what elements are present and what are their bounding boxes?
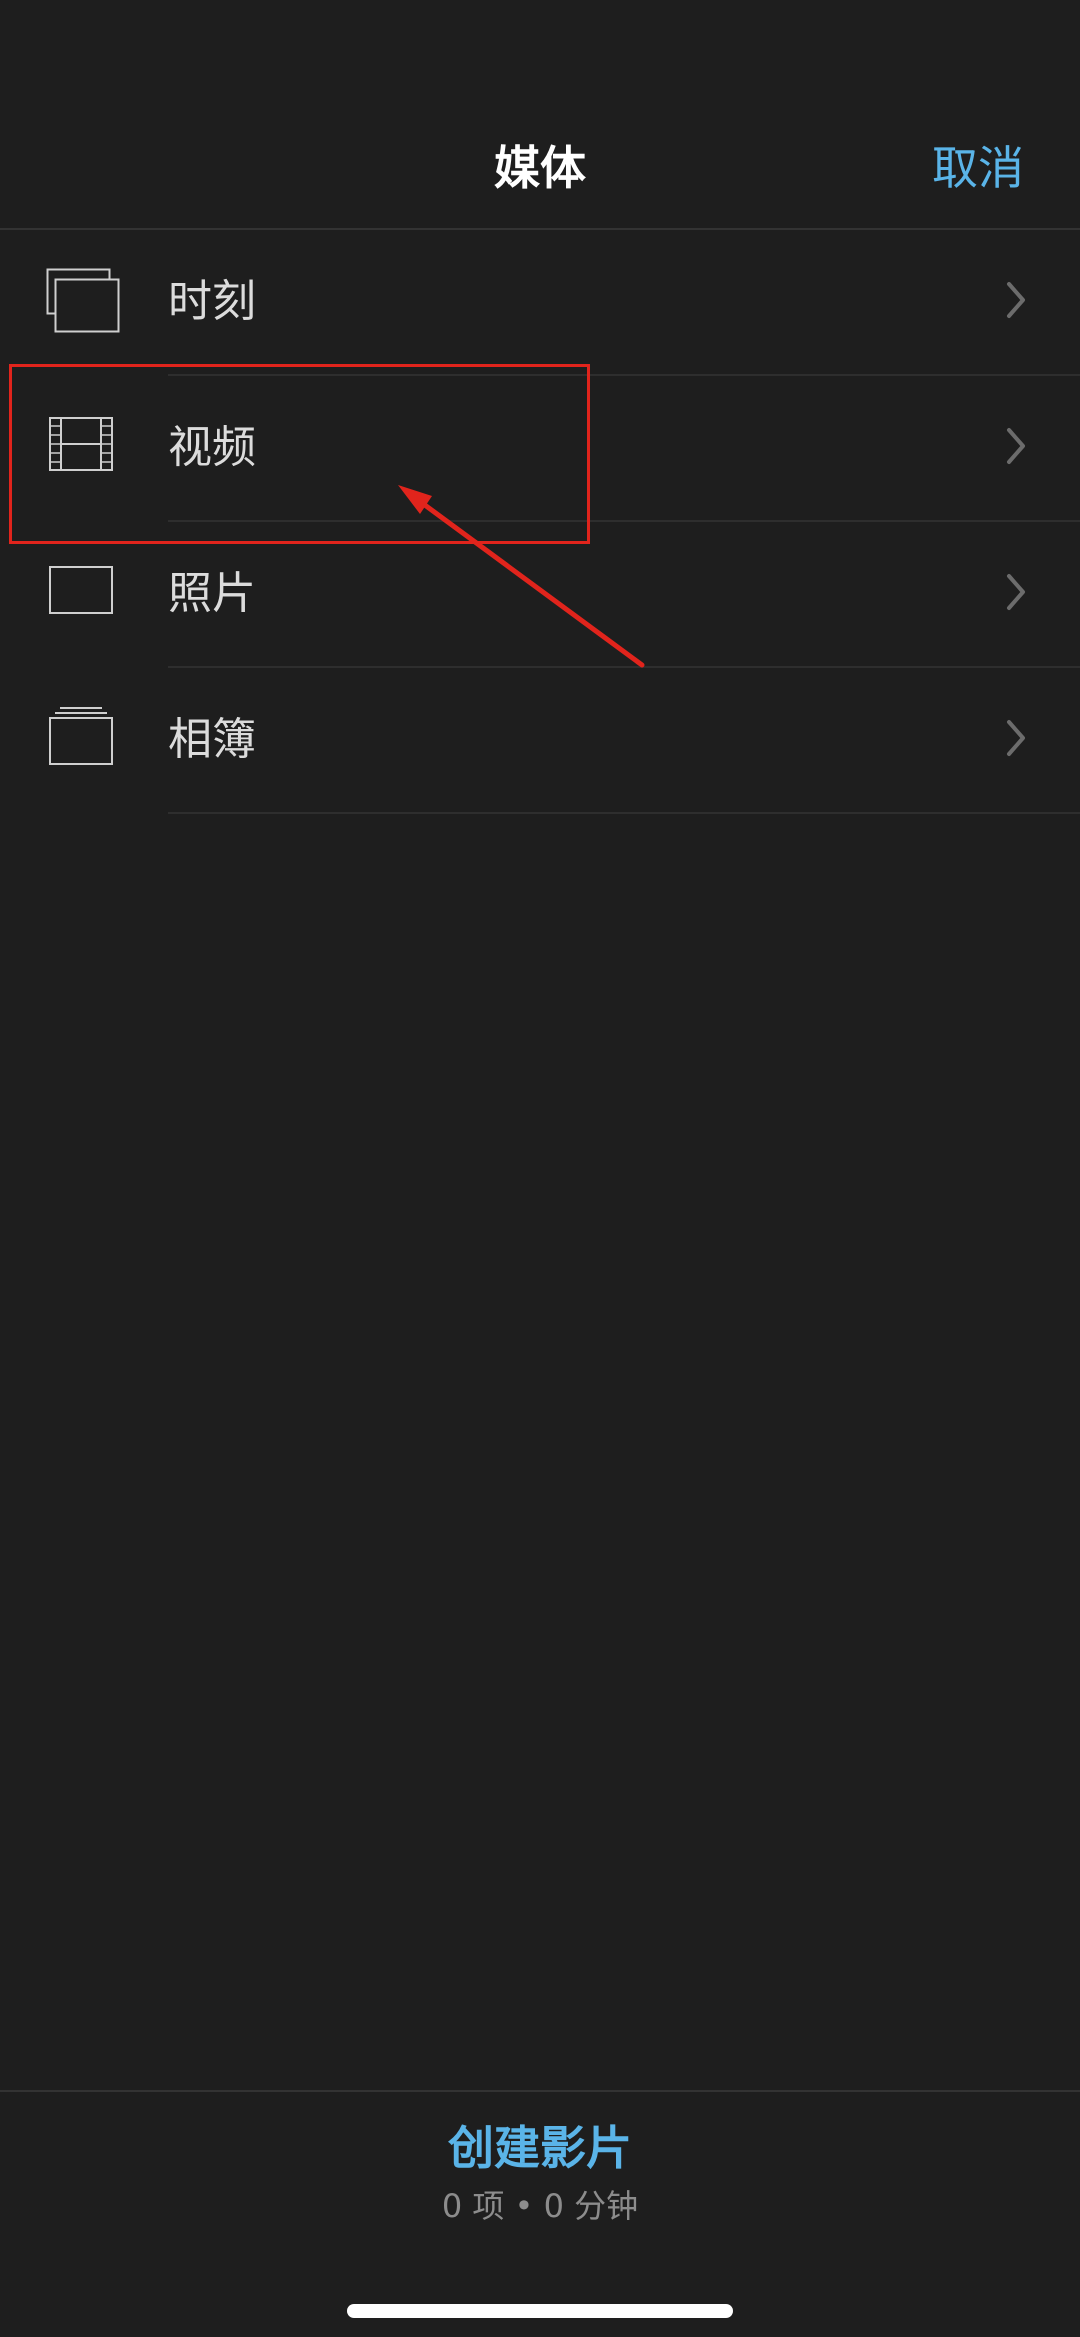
media-row-photos[interactable]: 照片 [0, 522, 1080, 668]
nav-bar: 媒体 取消 [0, 0, 1080, 230]
cancel-button[interactable]: 取消 [932, 138, 1024, 198]
chevron-right-icon [1007, 282, 1025, 318]
media-row-label: 视频 [168, 422, 256, 473]
bottom-bar: 创建影片 0 项 • 0 分钟 [0, 2090, 1080, 2337]
media-list: 时刻 视频 照片 相簿 [0, 230, 1080, 814]
create-movie-button[interactable]: 创建影片 [0, 2118, 1080, 2178]
movie-summary: 0 项 • 0 分钟 [441, 2187, 639, 2225]
page-title: 媒体 [494, 141, 586, 195]
photo-icon [49, 566, 113, 614]
media-row-label: 时刻 [168, 276, 256, 327]
album-icon [49, 707, 113, 765]
media-row-label: 相簿 [168, 714, 256, 765]
chevron-right-icon [1007, 574, 1025, 610]
home-indicator[interactable] [347, 2304, 733, 2318]
chevron-right-icon [1007, 428, 1025, 464]
film-icon [49, 417, 113, 471]
media-row-label: 照片 [168, 568, 256, 619]
moments-icon [46, 268, 120, 333]
row-separator [168, 812, 1080, 814]
media-row-albums[interactable]: 相簿 [0, 668, 1080, 814]
media-row-videos[interactable]: 视频 [0, 376, 1080, 522]
chevron-right-icon [1007, 720, 1025, 756]
media-row-moments[interactable]: 时刻 [0, 230, 1080, 376]
